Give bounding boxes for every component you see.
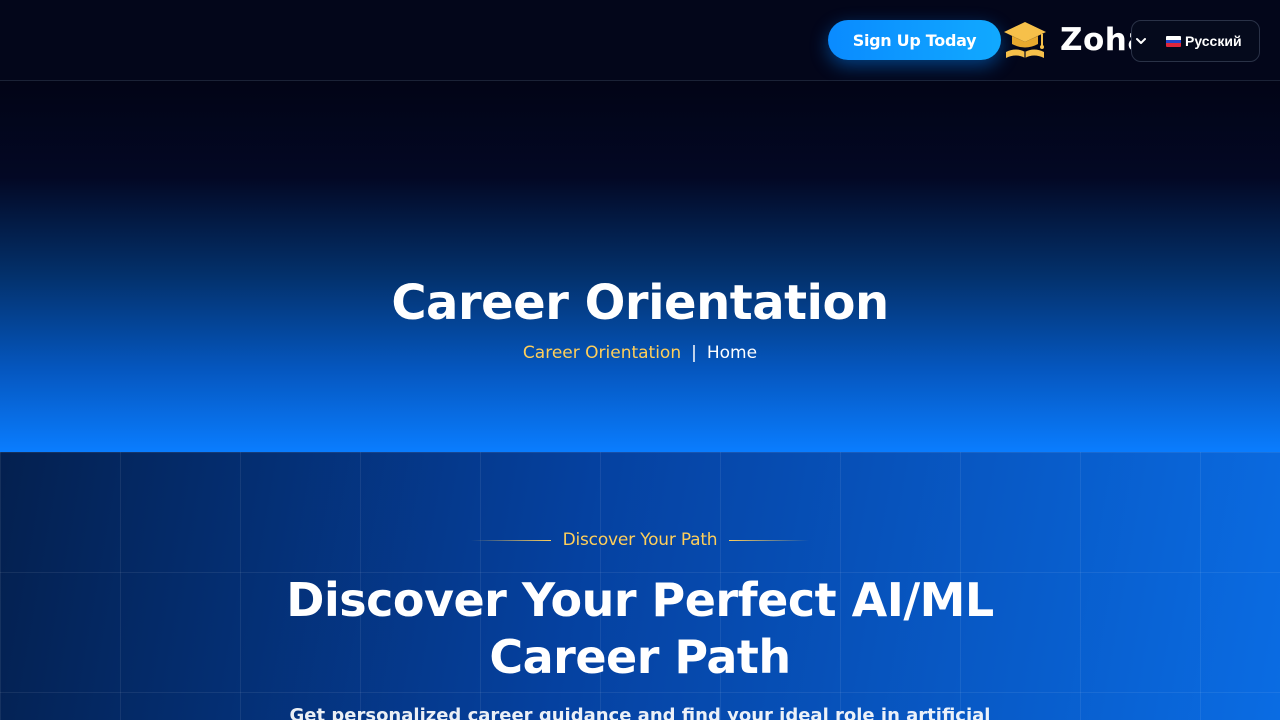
- page: Sign Up Today Zoha Русский Career Orient…: [0, 0, 1280, 720]
- russia-flag-icon: [1166, 36, 1181, 47]
- eyebrow-line-left: [470, 539, 551, 541]
- eyebrow-line-right: [729, 539, 810, 541]
- section-title-line-1: Discover Your Perfect AI/ML: [286, 573, 994, 627]
- section-title: Discover Your Perfect AI/ML Career Path: [240, 572, 1040, 686]
- language-label: Русский: [1185, 33, 1242, 49]
- chevron-down-icon: [1136, 38, 1146, 44]
- breadcrumb-home-link[interactable]: Home: [707, 343, 757, 363]
- page-title: Career Orientation: [391, 275, 889, 331]
- breadcrumb: Career Orientation | Home: [0, 343, 1280, 363]
- section-eyebrow: Discover Your Path: [0, 530, 1280, 550]
- sign-up-button[interactable]: Sign Up Today: [828, 20, 1001, 60]
- section-title-line-2: Career Path: [489, 630, 791, 684]
- language-select[interactable]: Русский: [1131, 20, 1260, 62]
- section-subtitle: Get personalized career guidance and fin…: [289, 705, 991, 720]
- career-path-section: Discover Your Path Discover Your Perfect…: [0, 452, 1280, 720]
- graduation-cap-icon: [1004, 22, 1046, 58]
- breadcrumb-separator: |: [691, 343, 697, 363]
- hero-banner: Career Orientation Career Orientation | …: [0, 81, 1280, 452]
- logo[interactable]: Zoha: [1002, 16, 1149, 64]
- site-header: Sign Up Today Zoha Русский: [0, 0, 1280, 81]
- breadcrumb-current: Career Orientation: [522, 343, 682, 363]
- eyebrow-text: Discover Your Path: [562, 530, 718, 550]
